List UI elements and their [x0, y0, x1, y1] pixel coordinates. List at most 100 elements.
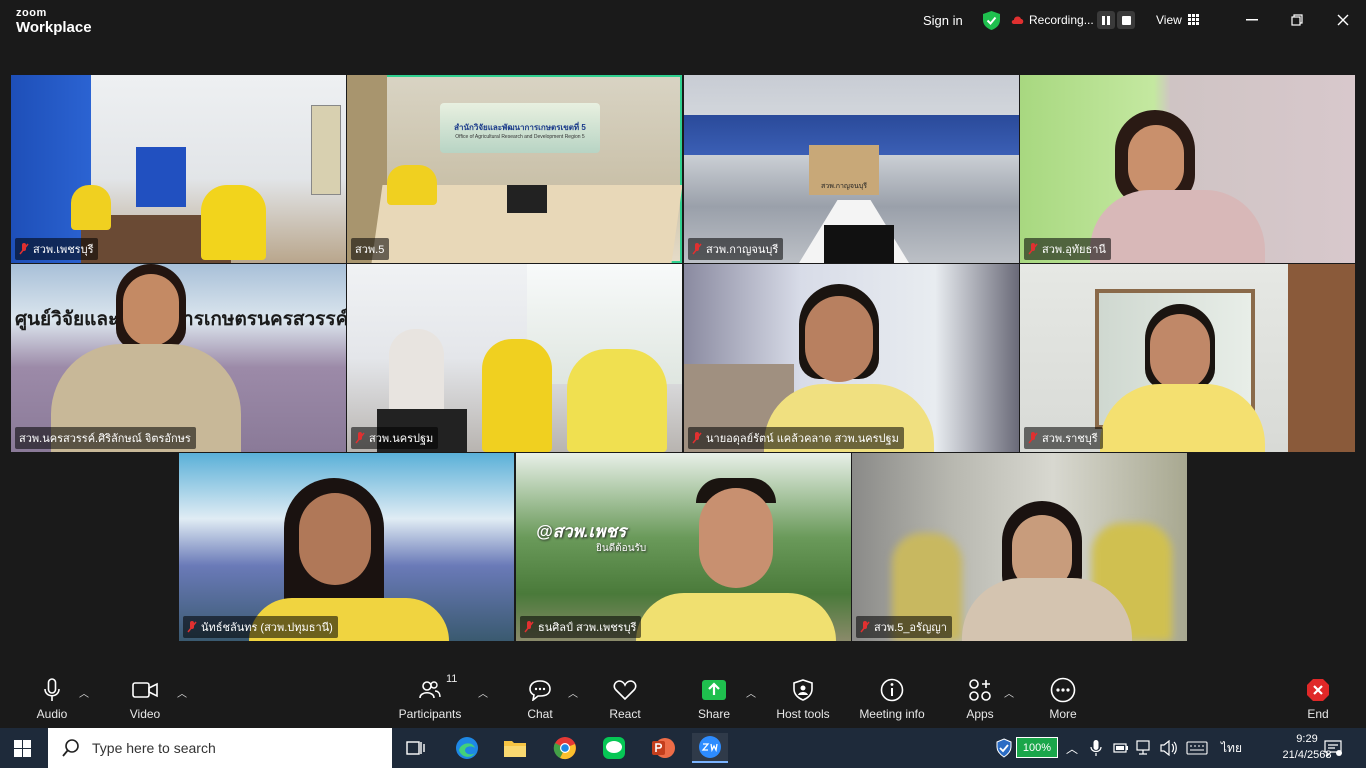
view-button[interactable]: View: [1156, 13, 1182, 27]
person-graphic: [389, 329, 444, 419]
participants-button[interactable]: 11 Participants: [398, 673, 462, 721]
video-tile[interactable]: สวพ.กาญจนบุรี สวพ.กาญจนบุรี: [684, 75, 1019, 263]
participants-options-chevron-icon[interactable]: ︿: [478, 685, 488, 700]
battery-indicator[interactable]: 100%: [1016, 737, 1058, 758]
person-graphic: [201, 185, 266, 260]
more-button[interactable]: More: [1043, 677, 1083, 721]
input-language-indicator[interactable]: ไทย: [1221, 728, 1242, 768]
host-tools-button[interactable]: Host tools: [772, 677, 834, 721]
participant-name: สวพ.เพชรบุรี: [33, 244, 94, 256]
shield-check-icon[interactable]: [983, 11, 1000, 30]
mic-muted-icon: [692, 243, 702, 255]
notifications-icon[interactable]: [1324, 739, 1342, 757]
volume-icon[interactable]: [1160, 740, 1178, 756]
audio-options-chevron-icon[interactable]: ︿: [79, 685, 89, 700]
video-tile[interactable]: นัทธ์ชลันทร (สวพ.ปทุมธานี): [179, 453, 514, 641]
share-options-chevron-icon[interactable]: ︿: [746, 685, 756, 700]
minimize-window-button[interactable]: [1242, 10, 1262, 30]
close-window-button[interactable]: [1333, 10, 1353, 30]
line-messenger-icon[interactable]: [596, 733, 632, 763]
restore-window-button[interactable]: [1287, 10, 1307, 30]
stop-icon: [1121, 15, 1131, 25]
heart-icon: [613, 680, 637, 701]
show-hidden-icons-chevron-icon[interactable]: ︿: [1066, 728, 1078, 768]
stage-banner-text: สำนักวิจัยและพัฒนาการเกษตรเขตที่ 5: [454, 123, 586, 132]
participant-label: สวพ.เพชรบุรี: [15, 238, 99, 260]
task-view-icon[interactable]: [398, 733, 434, 763]
keyboard-icon[interactable]: [1186, 741, 1208, 755]
react-button[interactable]: React: [604, 677, 646, 721]
chat-button[interactable]: Chat: [520, 677, 560, 721]
windows-start-icon[interactable]: [14, 740, 31, 757]
logo-brand-bottom: Workplace: [16, 19, 92, 36]
defender-shield-icon[interactable]: [996, 738, 1012, 758]
chat-options-chevron-icon[interactable]: ︿: [568, 685, 578, 700]
participant-name: นัทธ์ชลันทร (สวพ.ปทุมธานี): [201, 622, 333, 634]
microphone-icon[interactable]: [1090, 739, 1102, 757]
chrome-browser-icon[interactable]: [547, 733, 583, 763]
mic-muted-icon: [1028, 432, 1038, 444]
door-graphic: [1288, 264, 1355, 452]
video-tile[interactable]: สวพ.เพชรบุรี: [11, 75, 346, 263]
video-tile[interactable]: @สวพ.เพชร ยินดีต้อนรับ ธนศิลป์ สวพ.เพชรบ…: [516, 453, 851, 641]
person-face-graphic: [1150, 314, 1210, 390]
video-tile[interactable]: นายอดุลย์รัตน์ แคล้วคลาด สวพ.นครปฐม: [684, 264, 1019, 452]
video-tile[interactable]: สวพ.อุทัยธานี: [1020, 75, 1355, 263]
windows-taskbar: Type here to search 100% ︿ ไทย 9:29 21/4…: [0, 728, 1366, 768]
mic-muted-icon: [692, 432, 702, 444]
participant-name: สวพ.นครปฐม: [369, 433, 434, 445]
participant-name: ธนศิลป์ สวพ.เพชรบุรี: [538, 622, 637, 634]
video-options-chevron-icon[interactable]: ︿: [177, 685, 187, 700]
edge-browser-icon[interactable]: [449, 733, 485, 763]
sign-in-link[interactable]: Sign in: [923, 13, 963, 28]
participants-icon: [419, 681, 441, 699]
taskbar-search-box[interactable]: Type here to search: [48, 728, 392, 768]
participant-label: สวพ.นครสวรรค์.ศิริลักษณ์ จิตรอักษร: [15, 427, 196, 449]
participant-name: สวพ.5_อรัญญา: [874, 622, 947, 634]
video-tile[interactable]: สวพ.นครปฐม: [347, 264, 682, 452]
recording-status: Recording...: [1029, 13, 1094, 27]
search-icon: [62, 739, 79, 757]
person-face-graphic: [805, 296, 873, 382]
logo-brand-top: zoom: [16, 7, 47, 19]
apps-options-chevron-icon[interactable]: ︿: [1004, 685, 1014, 700]
search-placeholder: Type here to search: [92, 740, 216, 756]
powerpoint-icon[interactable]: [645, 733, 681, 763]
battery-icon[interactable]: [1113, 741, 1129, 755]
pause-recording-button[interactable]: [1097, 11, 1115, 29]
video-tile[interactable]: สวพ.ราชบุรี: [1020, 264, 1355, 452]
end-label: End: [1307, 707, 1329, 721]
participants-label: Participants: [398, 707, 462, 721]
audio-button[interactable]: Audio: [30, 677, 74, 721]
cloud-recording-icon: [1011, 16, 1024, 24]
participant-name: สวพ.5: [355, 244, 385, 256]
chat-label: Chat: [527, 707, 553, 721]
close-icon: [1337, 14, 1349, 26]
video-tile[interactable]: สวพ.5_อรัญญา: [852, 453, 1187, 641]
video-tile[interactable]: ศูนย์วิจัยและพัฒนาการเกษตรนครสวรรค์ สวพ.…: [11, 264, 346, 452]
participants-count: 11: [446, 673, 458, 685]
wall-sign-text: สวพ.กาญจนบุรี: [821, 183, 867, 190]
stop-recording-button[interactable]: [1117, 11, 1135, 29]
audio-label: Audio: [36, 707, 68, 721]
meeting-toolbar: Audio ︿ Video ︿ 11 Participants ︿ Chat ︿…: [0, 669, 1366, 728]
mic-muted-icon: [355, 432, 365, 444]
end-meeting-button[interactable]: End: [1300, 677, 1336, 721]
video-tile-active-speaker[interactable]: สำนักวิจัยและพัฒนาการเกษตรเขตที่ 5 Offic…: [347, 75, 682, 263]
person-body-graphic: [636, 593, 836, 641]
zoom-app-icon[interactable]: [692, 733, 728, 763]
apps-button[interactable]: Apps: [962, 677, 998, 721]
mic-muted-icon: [187, 621, 197, 633]
mic-muted-icon: [1028, 243, 1038, 255]
participant-label: สวพ.อุทัยธานี: [1024, 238, 1111, 260]
apps-label: Apps: [966, 707, 994, 721]
network-icon[interactable]: [1136, 740, 1154, 756]
garden-sign-subtext: ยินดีต้อนรับ: [596, 543, 647, 554]
file-explorer-icon[interactable]: [497, 733, 533, 763]
meeting-info-label: Meeting info: [859, 707, 925, 721]
meeting-info-button[interactable]: Meeting info: [856, 677, 928, 721]
grid-view-icon[interactable]: [1188, 14, 1199, 25]
share-screen-button[interactable]: Share: [694, 677, 734, 721]
participant-name: นายอดุลย์รัตน์ แคล้วคลาด สวพ.นครปฐม: [706, 433, 899, 445]
video-button[interactable]: Video: [122, 677, 168, 721]
